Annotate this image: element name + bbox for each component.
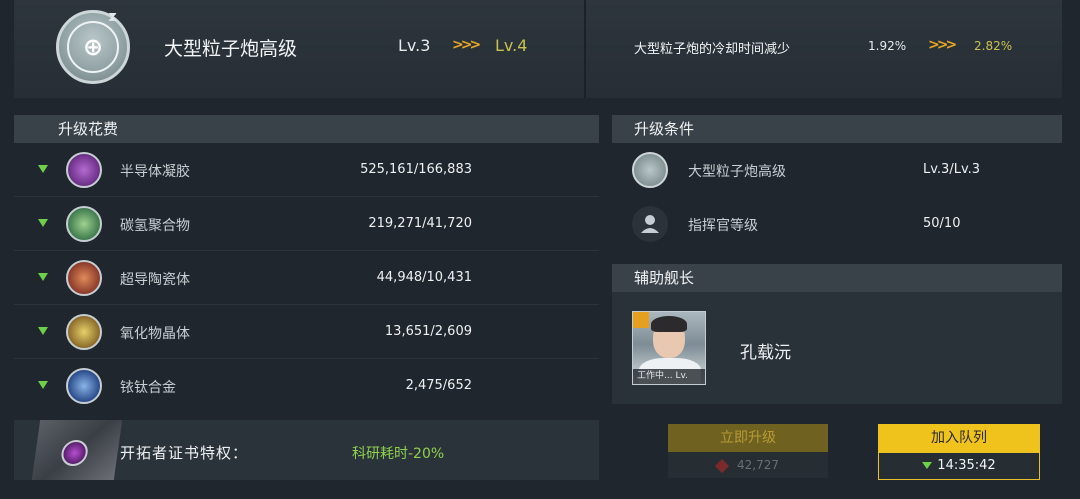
condition-name: 大型粒子炮高级 (688, 164, 786, 180)
expand-triangle-icon[interactable] (38, 273, 48, 281)
hydrocarbon-polymer-icon (66, 206, 102, 242)
hourglass-icon: ⧗ (108, 10, 118, 25)
rank-badge-icon (633, 312, 649, 328)
resource-value: 2,475/652 (405, 378, 472, 393)
conditions-list: 大型粒子炮高级 Lv.3/Lv.3 指挥官等级 50/10 (612, 143, 1062, 253)
resource-name: 碳氢聚合物 (120, 218, 190, 234)
perk-label: 开拓者证书特权： (120, 444, 249, 462)
add-to-queue-button[interactable]: 加入队列 (878, 424, 1040, 452)
condition-row: 大型粒子炮高级 Lv.3/Lv.3 (612, 143, 1062, 197)
level-from: Lv.3 (398, 36, 431, 55)
condition-value: Lv.3/Lv.3 (923, 162, 981, 177)
assistant-captain-panel: 工作中... Lv. 孔载沅 (612, 292, 1062, 404)
commander-icon (632, 206, 668, 242)
cost-row: 铱钛合金 2,475/652 (14, 359, 599, 413)
timer-triangle-icon (922, 462, 933, 469)
tech-title: 大型粒子炮高级 (164, 38, 298, 60)
pioneer-certificate-icon (31, 420, 123, 480)
iridium-titanium-alloy-icon (66, 368, 102, 404)
perk-value: 科研耗时-20% (352, 446, 445, 462)
resource-value: 525,161/166,883 (360, 162, 472, 177)
resource-name: 半导体凝胶 (120, 164, 190, 180)
instant-upgrade-cost: 42,727 (668, 452, 828, 478)
effect-from: 1.92% (868, 39, 907, 53)
condition-row: 指挥官等级 50/10 (612, 197, 1062, 251)
semiconductor-gel-icon (66, 152, 102, 188)
resource-name: 超导陶瓷体 (120, 272, 190, 288)
resource-value: 13,651/2,609 (384, 324, 472, 339)
expand-triangle-icon[interactable] (38, 381, 48, 389)
cost-row: 氧化物晶体 13,651/2,609 (14, 305, 599, 359)
superconductor-ceramic-icon (66, 260, 102, 296)
cost-section-title: 升级花费 (14, 115, 599, 143)
cost-row: 半导体凝胶 525,161/166,883 (14, 143, 599, 197)
expand-triangle-icon[interactable] (38, 165, 48, 173)
queue-time[interactable]: 14:35:42 (878, 452, 1040, 480)
captain-name: 孔载沅 (740, 343, 791, 363)
level-to: Lv.4 (495, 36, 528, 55)
assistant-section-title: 辅助舰长 (612, 264, 1062, 292)
cost-list: 半导体凝胶 525,161/166,883 碳氢聚合物 219,271/41,7… (14, 143, 599, 415)
captain-portrait[interactable]: 工作中... Lv. (632, 311, 706, 385)
cost-row: 超导陶瓷体 44,948/10,431 (14, 251, 599, 305)
expand-triangle-icon[interactable] (38, 327, 48, 335)
condition-name: 指挥官等级 (688, 218, 758, 234)
effect-arrows-icon: >>> (928, 37, 957, 53)
conditions-section-title: 升级条件 (612, 115, 1062, 143)
resource-name: 氧化物晶体 (120, 326, 190, 342)
header-divider (584, 0, 586, 98)
effect-description: 大型粒子炮的冷却时间减少 (634, 42, 791, 57)
resource-value: 219,271/41,720 (368, 216, 472, 231)
expand-triangle-icon[interactable] (38, 219, 48, 227)
resource-name: 铱钛合金 (120, 380, 176, 396)
effect-to: 2.82% (974, 39, 1013, 53)
captain-status: 工作中... Lv. (633, 369, 705, 384)
cost-row: 碳氢聚合物 219,271/41,720 (14, 197, 599, 251)
oxide-crystal-icon (66, 314, 102, 350)
level-arrows-icon: >>> (452, 37, 481, 53)
instant-upgrade-button[interactable]: 立即升级 (668, 424, 828, 452)
condition-value: 50/10 (923, 216, 961, 231)
pioneer-perk-bar: 开拓者证书特权： 科研耗时-20% (14, 420, 599, 480)
gem-icon (714, 458, 730, 473)
particle-cannon-icon (632, 152, 668, 188)
resource-value: 44,948/10,431 (376, 270, 472, 285)
